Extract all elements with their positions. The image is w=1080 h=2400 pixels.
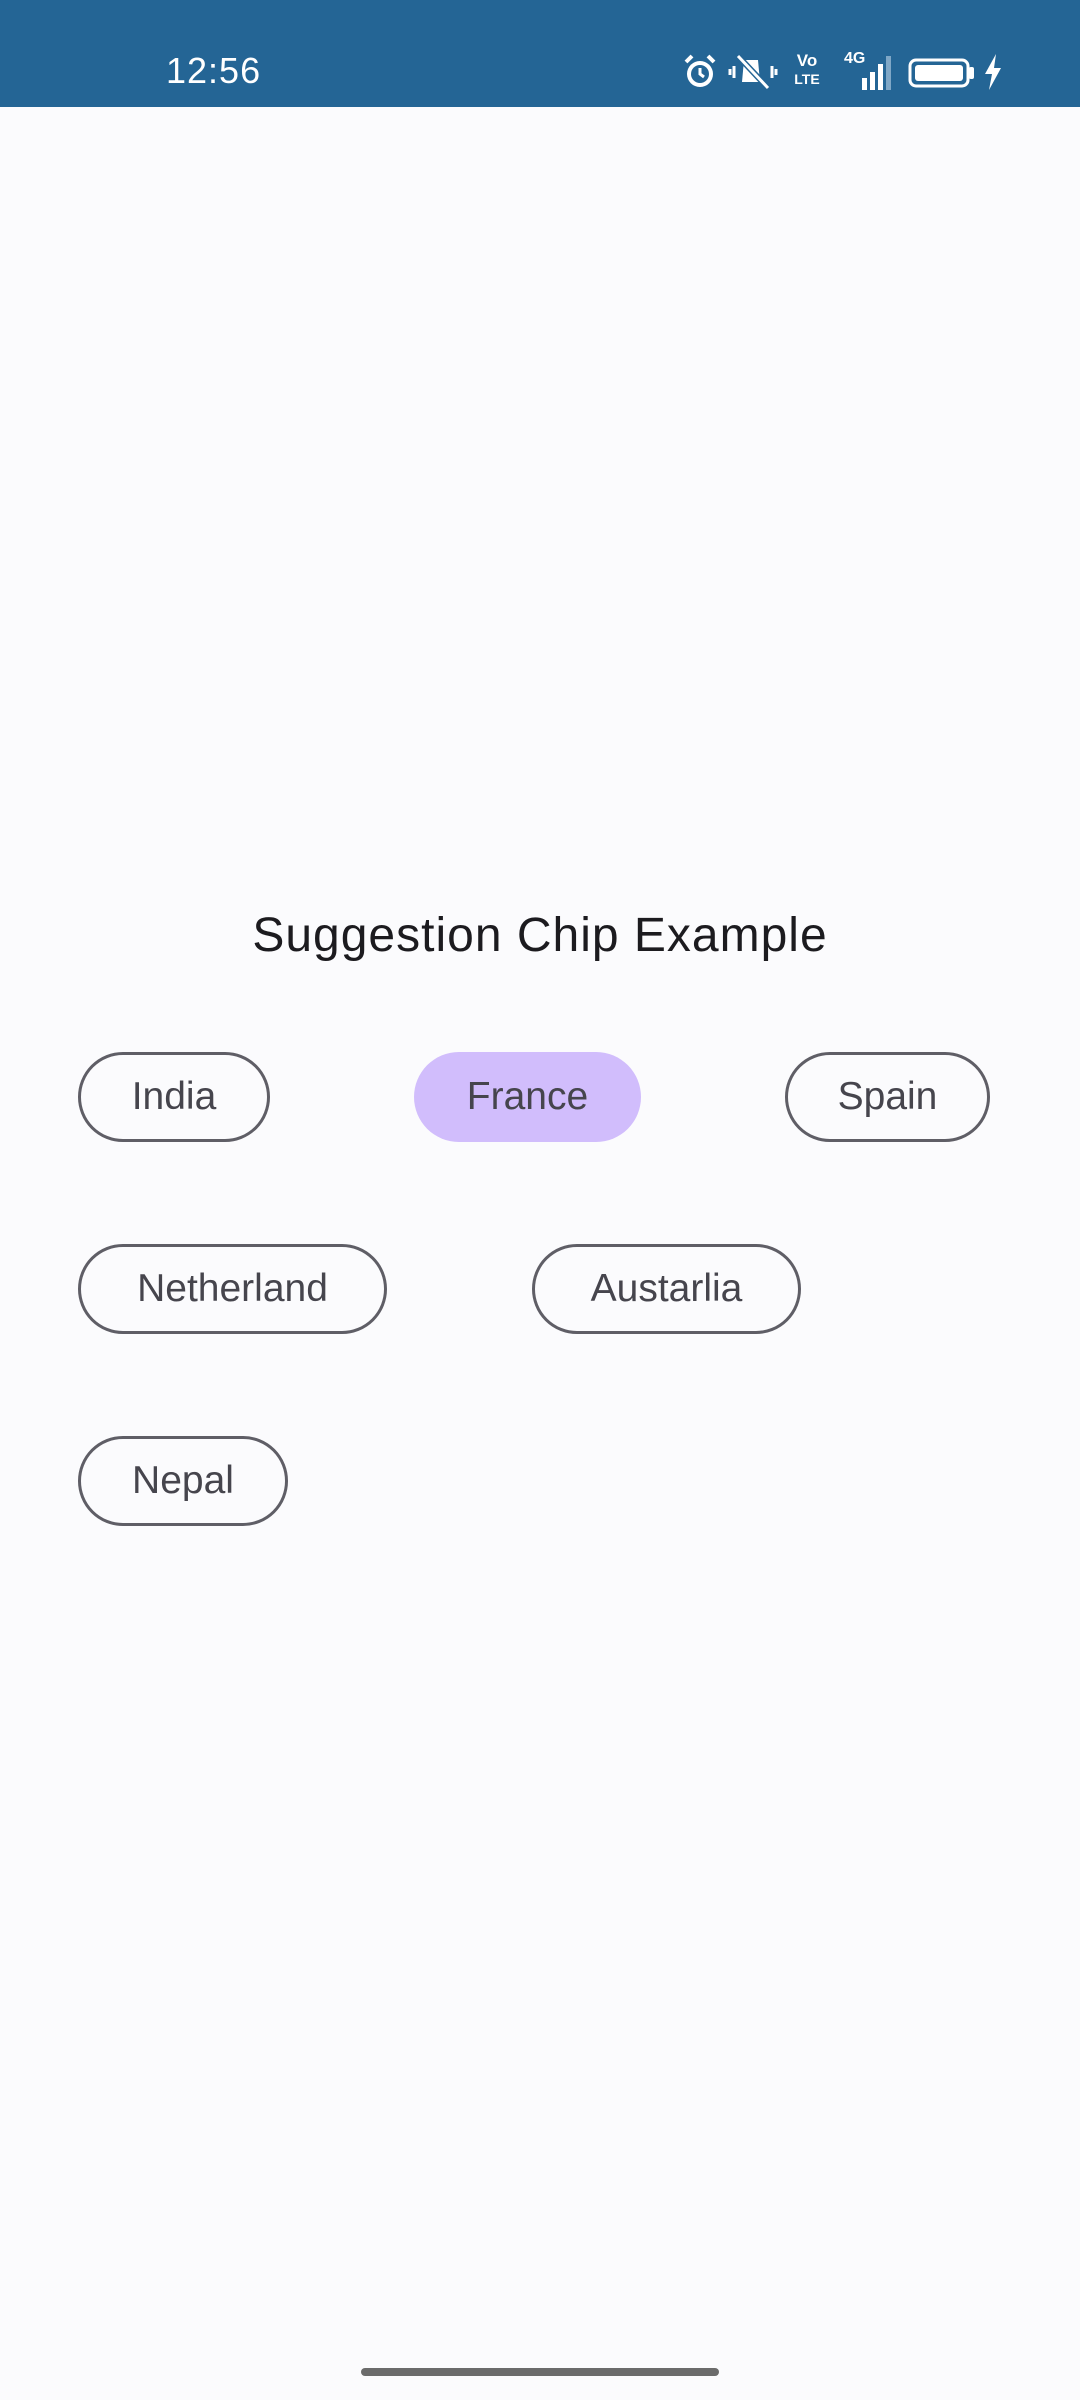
- page-title: Suggestion Chip Example: [252, 909, 828, 962]
- gesture-nav-handle[interactable]: [361, 2368, 719, 2376]
- mute-icon: [728, 53, 778, 91]
- chip-france[interactable]: France: [414, 1052, 641, 1142]
- battery-icon: [908, 58, 974, 88]
- volte-bottom-label: LTE: [794, 71, 820, 87]
- chip-label: Austarlia: [590, 1267, 743, 1310]
- chip-label: France: [466, 1075, 589, 1118]
- charging-icon: [985, 54, 1001, 90]
- alarm-icon: [684, 54, 716, 87]
- chip-label: Netherland: [137, 1267, 328, 1310]
- status-bar: 12:56 Vo LTE 4G: [0, 0, 1080, 107]
- chip-india[interactable]: India: [78, 1052, 270, 1142]
- main-content: [0, 107, 1080, 2347]
- chip-austarlia[interactable]: Austarlia: [532, 1244, 801, 1334]
- chip-spain[interactable]: Spain: [785, 1052, 990, 1142]
- chip-label: India: [131, 1075, 217, 1118]
- chip-nepal[interactable]: Nepal: [78, 1436, 288, 1526]
- chip-netherland[interactable]: Netherland: [78, 1244, 387, 1334]
- status-time: 12:56: [166, 50, 262, 91]
- signal-4g-icon: 4G: [840, 50, 892, 92]
- volte-top-label: Vo: [796, 51, 818, 70]
- chip-label: Nepal: [132, 1459, 234, 1502]
- chip-label: Spain: [837, 1075, 938, 1118]
- volte-icon: Vo LTE: [792, 52, 822, 92]
